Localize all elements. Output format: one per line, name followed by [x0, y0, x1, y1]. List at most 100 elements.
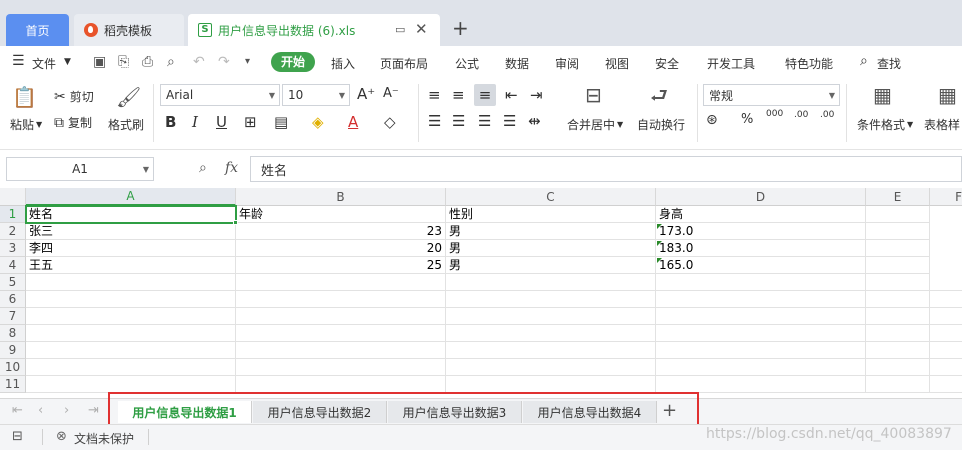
font-family-select[interactable]: Arial ▼ [160, 84, 280, 106]
first-sheet-icon[interactable]: ⇤ [12, 403, 23, 418]
format-painter-button[interactable]: 格式刷 [108, 116, 144, 133]
table-style-icon[interactable]: ▦ [938, 84, 957, 106]
print-preview-icon[interactable]: ⌕ [167, 54, 175, 70]
select-all-corner[interactable] [0, 188, 26, 206]
row-header[interactable]: 4 [0, 257, 26, 274]
column-header-c[interactable]: C [446, 188, 656, 206]
menu-file[interactable]: 文件 [32, 55, 56, 72]
table-style-button[interactable]: 表格样 [924, 116, 960, 133]
quick-access-dropdown-icon[interactable]: ▾ [245, 54, 250, 70]
font-size-select[interactable]: 10 ▼ [282, 84, 350, 106]
cell-a2[interactable]: 张三 [26, 223, 236, 240]
menu-special[interactable]: 特色功能 [785, 55, 833, 72]
hamburger-icon[interactable]: ☰ [12, 53, 25, 69]
window-restore-icon[interactable]: ▭ [395, 23, 405, 36]
cell-d2[interactable]: 173.0 [656, 223, 866, 240]
increase-font-icon[interactable]: A⁺ [357, 85, 375, 103]
column-header-f[interactable]: F [930, 188, 962, 206]
decrease-font-icon[interactable]: A⁻ [383, 86, 399, 101]
merge-center-button[interactable]: 合并居中 ▼ [567, 116, 623, 133]
column-header-e[interactable]: E [866, 188, 930, 206]
cell-d4[interactable]: 165.0 [656, 257, 866, 274]
align-bottom-icon[interactable]: ≡ [474, 84, 496, 106]
italic-icon[interactable]: I [192, 113, 198, 131]
document-protection-status[interactable]: 文档未保护 [74, 430, 134, 447]
menu-search[interactable]: 查找 [877, 55, 901, 72]
undo-icon[interactable]: ↶ [193, 54, 205, 70]
save-icon[interactable]: ▣ [93, 54, 106, 70]
menu-formula[interactable]: 公式 [455, 55, 479, 72]
number-format-select[interactable]: 常规 ▼ [703, 84, 840, 106]
align-top-icon[interactable]: ≡ [428, 86, 441, 104]
align-middle-icon[interactable]: ≡ [452, 86, 465, 104]
justify-icon[interactable]: ☰ [503, 112, 516, 130]
cell-c4[interactable]: 男 [446, 257, 656, 274]
cell-style-icon[interactable]: ▤ [274, 113, 288, 131]
menu-start[interactable]: 开始 [271, 52, 315, 72]
close-tab-icon[interactable]: ✕ [415, 20, 428, 38]
conditional-format-icon[interactable]: ▦ [873, 84, 892, 106]
last-sheet-icon[interactable]: ⇥ [88, 403, 99, 418]
menu-page-layout[interactable]: 页面布局 [380, 55, 428, 72]
cell-c1[interactable]: 性别 [446, 206, 656, 223]
redo-icon[interactable]: ↷ [218, 54, 230, 70]
menu-review[interactable]: 审阅 [555, 55, 579, 72]
align-left-icon[interactable]: ☰ [428, 112, 441, 130]
cell-a4[interactable]: 王五 [26, 257, 236, 274]
chevron-down-icon[interactable]: ▼ [64, 57, 71, 67]
menu-developer[interactable]: 开发工具 [707, 55, 755, 72]
currency-icon[interactable]: ⊛ [706, 112, 718, 128]
cell-b4[interactable]: 25 [236, 257, 446, 274]
column-header-d[interactable]: D [656, 188, 866, 206]
fx-icon[interactable]: fx [225, 160, 238, 176]
distribute-icon[interactable]: ⇹ [528, 112, 541, 130]
cell-a3[interactable]: 李四 [26, 240, 236, 257]
underline-icon[interactable]: U [216, 113, 227, 131]
new-tab-icon[interactable]: + [452, 14, 469, 42]
status-layout-icon[interactable]: ⊟ [12, 429, 23, 444]
wrap-text-icon[interactable]: ⮐ [650, 84, 668, 106]
row-header[interactable]: 10 [0, 359, 26, 376]
paste-icon[interactable]: 📋 [12, 86, 37, 108]
cut-button[interactable]: ✂ 剪切 [54, 88, 94, 105]
merge-center-icon[interactable]: ⊟ [585, 84, 602, 106]
empty-rows[interactable] [26, 274, 962, 393]
outdent-icon[interactable]: ⇤ [505, 86, 518, 104]
row-header[interactable]: 1 [0, 206, 26, 223]
cell-b3[interactable]: 20 [236, 240, 446, 257]
prev-sheet-icon[interactable]: ‹ [38, 403, 43, 418]
row-header[interactable]: 9 [0, 342, 26, 359]
row-header[interactable]: 2 [0, 223, 26, 240]
cell-e3[interactable] [866, 240, 930, 257]
formula-input[interactable]: 姓名 [250, 156, 962, 182]
conditional-format-button[interactable]: 条件格式 ▼ [857, 116, 913, 133]
cell-e2[interactable] [866, 223, 930, 240]
menu-insert[interactable]: 插入 [331, 55, 355, 72]
row-header[interactable]: 8 [0, 325, 26, 342]
column-header-a[interactable]: A [26, 188, 236, 206]
increase-decimal-icon[interactable]: .00 [794, 110, 808, 120]
font-color-icon[interactable]: A [348, 113, 358, 131]
cell-e4[interactable] [866, 257, 930, 274]
cell-d3[interactable]: 183.0 [656, 240, 866, 257]
zoom-search-icon[interactable]: ⌕ [199, 160, 207, 176]
align-right-icon[interactable]: ☰ [478, 112, 491, 130]
cell-c2[interactable]: 男 [446, 223, 656, 240]
next-sheet-icon[interactable]: › [64, 403, 69, 418]
copy-button[interactable]: ⧉ 复制 [54, 114, 92, 131]
menu-data[interactable]: 数据 [505, 55, 529, 72]
cell-b1[interactable]: 年龄 [236, 206, 446, 223]
align-center-icon[interactable]: ☰ [452, 112, 465, 130]
paste-button[interactable]: 粘贴 ▼ [10, 116, 42, 133]
menu-view[interactable]: 视图 [605, 55, 629, 72]
cell-e1[interactable] [866, 206, 930, 223]
row-header[interactable]: 3 [0, 240, 26, 257]
name-box[interactable]: A1 ▼ [6, 157, 154, 181]
border-icon[interactable]: ⊞ [244, 113, 257, 131]
bold-icon[interactable]: B [165, 113, 176, 131]
fill-color-icon[interactable]: ◈ [312, 113, 324, 131]
cell-b2[interactable]: 23 [236, 223, 446, 240]
indent-icon[interactable]: ⇥ [530, 86, 543, 104]
thousands-icon[interactable]: 000 [766, 110, 783, 119]
row-header[interactable]: 6 [0, 291, 26, 308]
